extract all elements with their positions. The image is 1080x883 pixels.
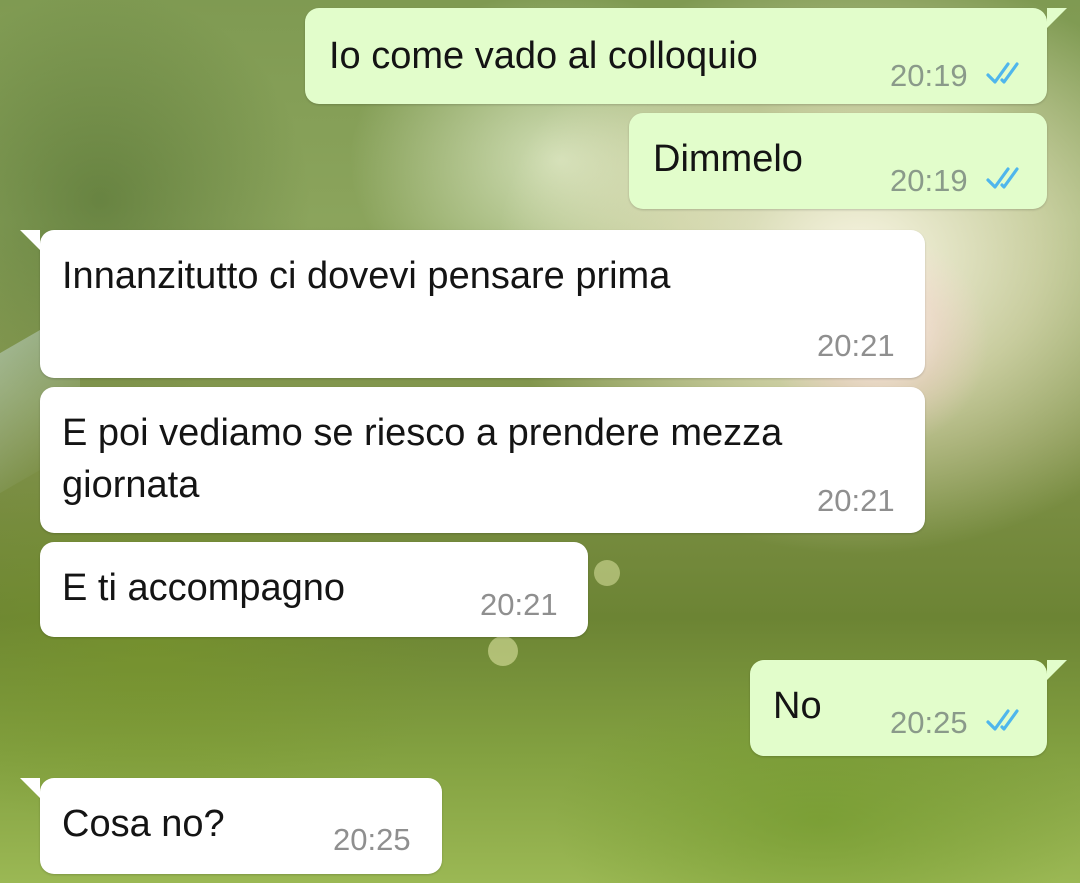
- message-text: Dimmelo: [653, 138, 803, 180]
- double-check-icon: [986, 167, 1019, 189]
- message-timestamp: 20:19: [890, 58, 968, 93]
- message-text: Innanzitutto ci dovevi pensare prima: [62, 255, 671, 297]
- message-text: No: [773, 685, 822, 727]
- wallpaper-bokeh: [488, 636, 518, 666]
- message-bubble-incoming[interactable]: E ti accompagno 20:21: [40, 542, 588, 637]
- message-bubble-outgoing[interactable]: No 20:25: [750, 660, 1067, 756]
- double-check-icon: [986, 709, 1019, 731]
- bubble-tail: [20, 230, 40, 250]
- message-text: E ti accompagno: [62, 567, 346, 609]
- message-timestamp: 20:25: [333, 822, 411, 857]
- message-bubble-incoming[interactable]: Cosa no? 20:25: [20, 778, 442, 874]
- message-bubble-incoming[interactable]: E poi vediamo se riesco a prendere mezza…: [40, 387, 925, 533]
- message-timestamp: 20:21: [817, 483, 895, 518]
- message-text: Io come vado al colloquio: [329, 35, 758, 77]
- message-timestamp: 20:21: [817, 328, 895, 363]
- message-bubble-outgoing[interactable]: Dimmelo 20:19: [629, 113, 1047, 209]
- double-check-icon: [986, 62, 1019, 84]
- message-timestamp: 20:19: [890, 163, 968, 198]
- message-text: E poi vediamo se riesco a prendere mezza…: [62, 412, 783, 506]
- message-text: Cosa no?: [62, 803, 225, 845]
- wallpaper-bokeh: [594, 560, 620, 586]
- message-timestamp: 20:21: [480, 587, 558, 622]
- message-timestamp: 20:25: [890, 705, 968, 740]
- message-bubble-incoming[interactable]: Innanzitutto ci dovevi pensare prima 20:…: [20, 230, 925, 378]
- bubble-tail: [1047, 660, 1067, 680]
- bubble-tail: [1047, 8, 1067, 28]
- message-bubble-outgoing[interactable]: Io come vado al colloquio 20:19: [305, 8, 1067, 104]
- bubble-tail: [20, 778, 40, 798]
